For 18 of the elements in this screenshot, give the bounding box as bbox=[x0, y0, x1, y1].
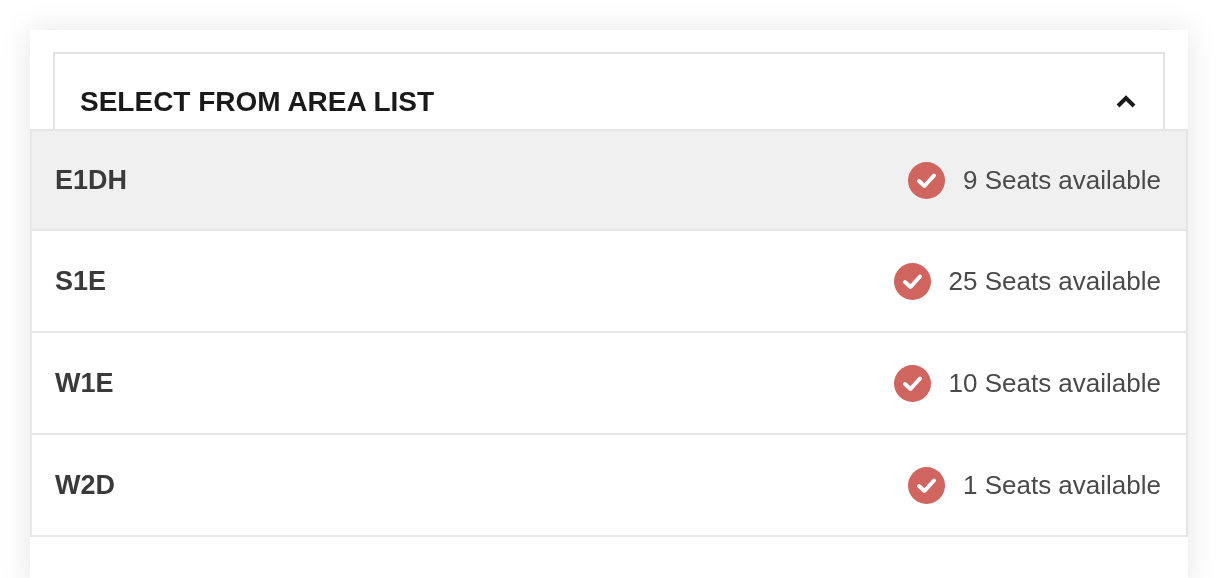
area-row[interactable]: W1E 10 Seats available bbox=[30, 333, 1188, 435]
seats-available-text: 9 Seats available bbox=[962, 163, 1161, 197]
check-circle-icon bbox=[893, 364, 931, 402]
area-name: E1DH bbox=[55, 163, 128, 197]
area-dropdown[interactable]: SELECT FROM AREA LIST bbox=[53, 52, 1165, 129]
area-name: W2D bbox=[55, 468, 115, 502]
area-row[interactable]: E1DH 9 Seats available bbox=[30, 129, 1188, 231]
area-row[interactable]: S1E 25 Seats available bbox=[30, 231, 1188, 333]
area-name: S1E bbox=[55, 264, 107, 298]
caret-icon bbox=[1115, 94, 1137, 109]
check-circle-icon bbox=[907, 466, 945, 504]
check-circle-icon bbox=[907, 161, 945, 199]
seats-available-text: 1 Seats available bbox=[962, 468, 1161, 502]
area-name: W1E bbox=[55, 366, 114, 400]
check-circle-icon bbox=[893, 262, 931, 300]
area-row[interactable]: W2D 1 Seats available bbox=[30, 435, 1188, 537]
seats-available-text: 25 Seats available bbox=[948, 264, 1161, 298]
seats-available-text: 10 Seats available bbox=[948, 366, 1161, 400]
